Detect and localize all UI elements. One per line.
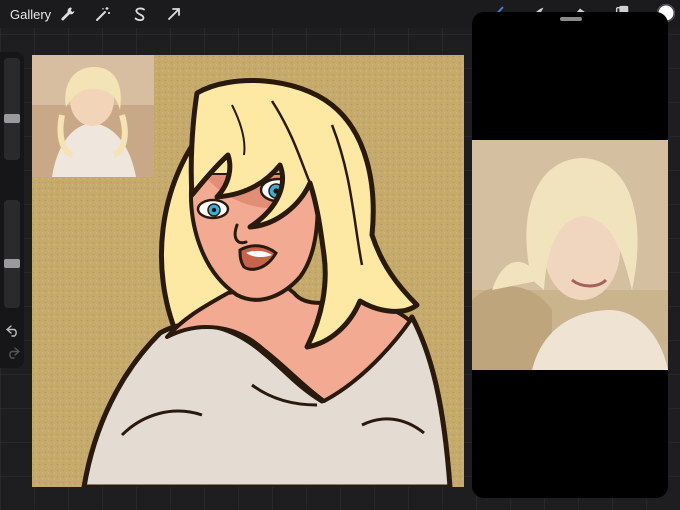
transform-arrow-icon[interactable] <box>166 6 182 22</box>
panel-grabber[interactable] <box>560 17 582 21</box>
drawing-canvas[interactable] <box>32 55 464 487</box>
undo-icon[interactable] <box>5 324 20 337</box>
brush-opacity-slider[interactable] <box>4 200 20 308</box>
left-eye-pupil <box>211 207 217 213</box>
wrench-icon[interactable] <box>60 6 76 22</box>
reference-thumbnail <box>32 55 154 177</box>
redo-icon[interactable] <box>6 346 21 359</box>
selection-s-icon[interactable] <box>132 6 148 22</box>
brush-sidebar <box>0 52 24 368</box>
brush-size-thumb[interactable] <box>4 113 20 123</box>
gallery-button[interactable]: Gallery <box>10 7 51 22</box>
magic-wand-icon[interactable] <box>95 6 111 22</box>
brush-opacity-thumb[interactable] <box>4 259 20 269</box>
reference-photo <box>472 140 668 370</box>
brush-size-slider[interactable] <box>4 58 20 160</box>
reference-panel[interactable] <box>472 12 668 498</box>
